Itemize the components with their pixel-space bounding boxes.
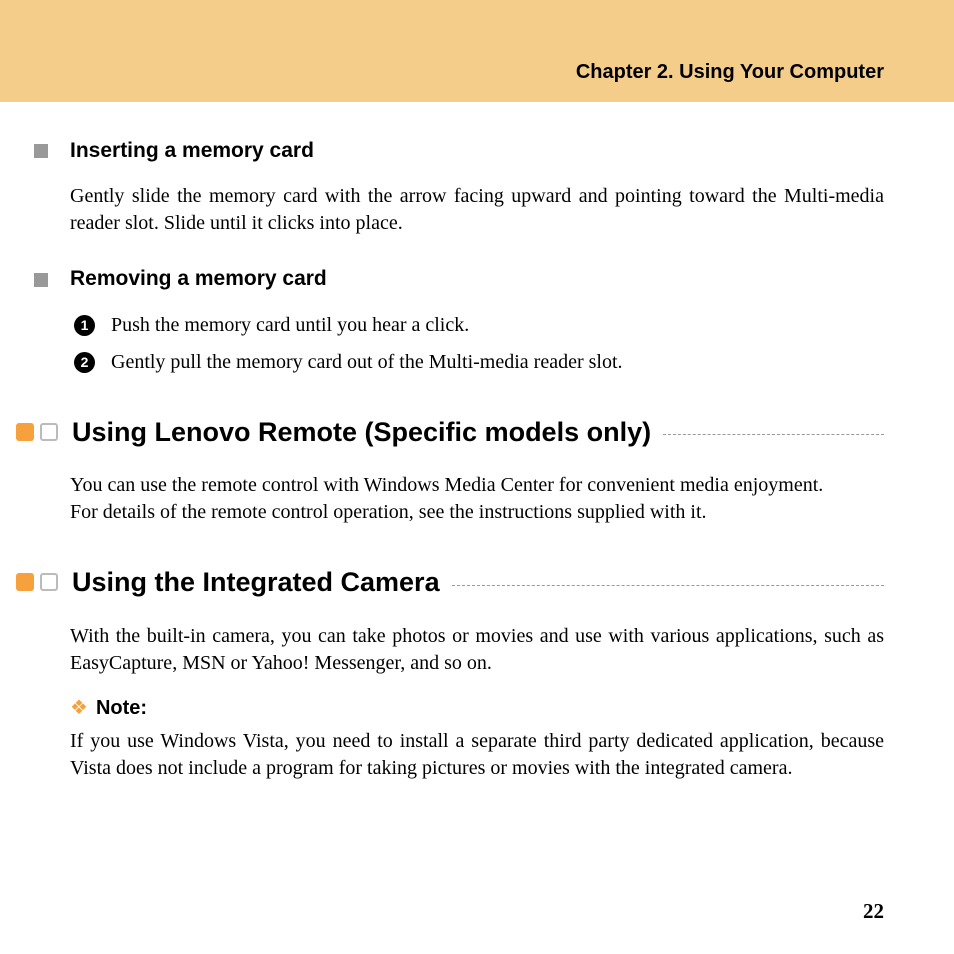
step-number-icon: 2 (74, 352, 95, 373)
list-item: 2 Gently pull the memory card out of the… (74, 349, 884, 376)
outline-square-icon (40, 423, 58, 441)
section-lenovo-remote: Using Lenovo Remote (Specific models onl… (70, 414, 884, 526)
list-item: 1 Push the memory card until you hear a … (74, 312, 884, 339)
numbered-list: 1 Push the memory card until you hear a … (70, 312, 884, 376)
major-heading: Using the Integrated Camera (72, 564, 440, 600)
heading-rule (663, 434, 884, 435)
content-area: Inserting a memory card Gently slide the… (0, 102, 954, 782)
outline-square-icon (40, 573, 58, 591)
square-bullet-icon (34, 273, 48, 287)
step-text: Push the memory card until you hear a cl… (111, 312, 469, 339)
note-heading-row: ❖ Note: (70, 695, 884, 722)
body-text: With the built-in camera, you can take p… (70, 623, 884, 677)
section-integrated-camera: Using the Integrated Camera With the bui… (70, 564, 884, 781)
step-text: Gently pull the memory card out of the M… (111, 349, 623, 376)
sub-heading-row: Inserting a memory card (70, 137, 884, 165)
sub-heading: Inserting a memory card (70, 137, 314, 165)
major-heading-row: Using Lenovo Remote (Specific models onl… (16, 414, 884, 450)
orange-square-icon (16, 573, 34, 591)
header-band: Chapter 2. Using Your Computer (0, 0, 954, 102)
major-heading: Using Lenovo Remote (Specific models onl… (72, 414, 651, 450)
body-text: You can use the remote control with Wind… (70, 472, 884, 526)
note-label: Note: (96, 695, 147, 722)
section-inserting-memory-card: Inserting a memory card Gently slide the… (70, 137, 884, 237)
step-number-icon: 1 (74, 315, 95, 336)
chapter-title: Chapter 2. Using Your Computer (576, 61, 884, 84)
sub-heading-row: Removing a memory card (70, 265, 884, 293)
section-removing-memory-card: Removing a memory card 1 Push the memory… (70, 265, 884, 375)
sub-heading: Removing a memory card (70, 265, 327, 293)
diamond-icon: ❖ (70, 698, 88, 718)
major-heading-row: Using the Integrated Camera (16, 564, 884, 600)
page: Chapter 2. Using Your Computer Inserting… (0, 0, 954, 954)
square-bullet-icon (34, 144, 48, 158)
orange-square-icon (16, 423, 34, 441)
body-text: Gently slide the memory card with the ar… (70, 183, 884, 237)
page-number: 22 (863, 899, 884, 924)
heading-rule (452, 585, 884, 586)
note-body: If you use Windows Vista, you need to in… (70, 728, 884, 782)
